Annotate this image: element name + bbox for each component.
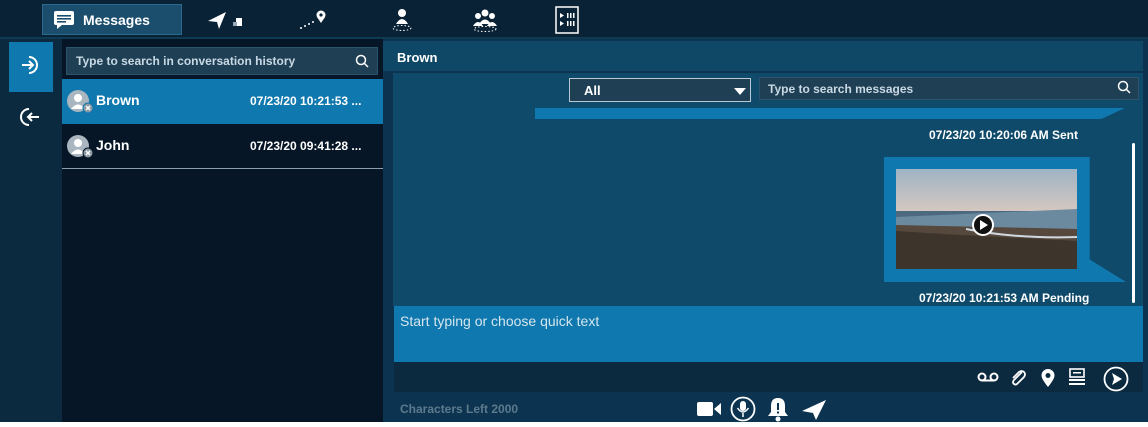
- tab-messages-label: Messages: [83, 11, 150, 28]
- conversation-item[interactable]: Brown 07/23/20 10:21:53 ...: [62, 79, 383, 124]
- navigate-icon[interactable]: [800, 398, 828, 427]
- attachment-icon[interactable]: [1009, 368, 1027, 393]
- navigate-arrow-icon: [206, 9, 246, 31]
- avatar: [66, 89, 94, 115]
- tab-person-location[interactable]: [382, 4, 422, 35]
- message-search-input[interactable]: Type to search messages: [759, 77, 1139, 100]
- conversation-name: Brown: [96, 92, 140, 108]
- logout-button[interactable]: [9, 94, 53, 144]
- compose-toolbar: [394, 362, 1143, 392]
- message-timestamp: 07/23/20 10:20:06 AM Sent: [929, 128, 1078, 142]
- message-filter-select[interactable]: All: [569, 78, 751, 102]
- conversation-name: John: [96, 137, 130, 153]
- play-icon[interactable]: [971, 213, 995, 237]
- microphone-icon[interactable]: [730, 396, 756, 427]
- compose-input[interactable]: Start typing or choose quick text: [394, 306, 1143, 362]
- person-location-icon: [388, 7, 416, 33]
- logout-icon: [20, 106, 42, 133]
- conversation-time: 07/23/20 10:21:53 ...: [250, 94, 362, 108]
- quick-text-icon[interactable]: [1068, 368, 1086, 393]
- compose-placeholder: Start typing or choose quick text: [400, 313, 600, 329]
- conversation-search[interactable]: [66, 47, 378, 75]
- message-bubble[interactable]: [535, 108, 1125, 119]
- tab-group[interactable]: [465, 4, 505, 35]
- tab-video-list[interactable]: [552, 4, 582, 35]
- send-icon[interactable]: [1103, 366, 1129, 397]
- location-pin-icon[interactable]: [1040, 368, 1056, 393]
- route-pin-icon: [297, 9, 331, 31]
- conversation-search-input[interactable]: [76, 54, 346, 68]
- divider: [62, 168, 383, 169]
- conversation-item[interactable]: John 07/23/20 09:41:28 ...: [62, 124, 383, 169]
- search-icon[interactable]: [355, 54, 369, 71]
- chat-title: Brown: [383, 41, 1143, 71]
- login-button[interactable]: [9, 42, 53, 92]
- avatar: [66, 134, 94, 160]
- video-call-icon[interactable]: [696, 400, 722, 423]
- voicemail-icon[interactable]: [977, 368, 999, 391]
- login-icon: [20, 54, 42, 81]
- tab-messages[interactable]: Messages: [42, 4, 182, 35]
- chevron-down-icon[interactable]: [734, 88, 746, 95]
- scrollbar[interactable]: [1132, 143, 1135, 303]
- group-icon: [470, 7, 500, 33]
- filter-selected-value: All: [584, 83, 601, 98]
- tab-route[interactable]: [294, 4, 334, 35]
- search-icon[interactable]: [1117, 80, 1131, 99]
- tab-navigate[interactable]: [196, 4, 256, 35]
- message-icon: [53, 10, 75, 30]
- video-list-icon: [555, 5, 579, 34]
- messaging-app: Messages Type to search in conversation …: [0, 0, 1148, 422]
- message-search-placeholder: Type to search messages: [768, 82, 914, 96]
- message-timestamp: 07/23/20 10:21:53 AM Pending: [919, 291, 1090, 305]
- alert-icon[interactable]: [767, 396, 789, 427]
- characters-left: Characters Left 2000: [400, 402, 519, 416]
- conversation-time: 07/23/20 09:41:28 ...: [250, 139, 362, 153]
